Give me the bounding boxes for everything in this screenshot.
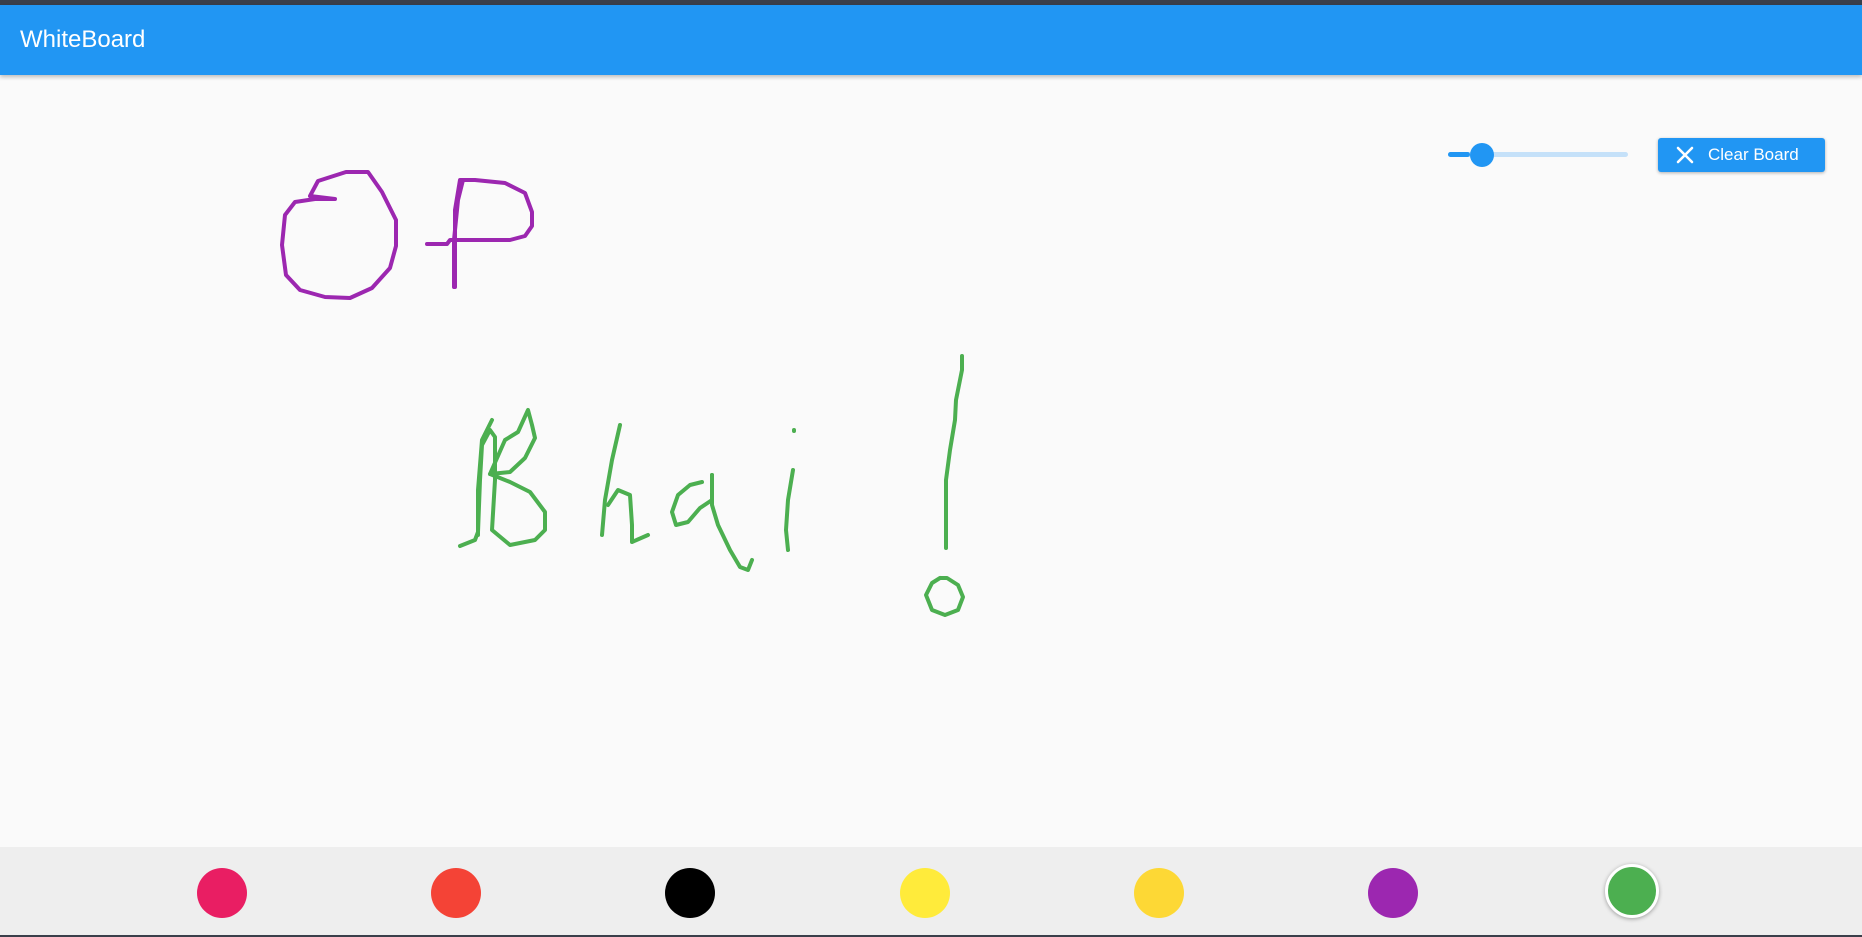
ink-stroke: [924, 576, 965, 617]
color-swatch-pink[interactable]: [197, 868, 247, 918]
ink-stroke: [606, 488, 650, 544]
drawing-surface[interactable]: [0, 75, 1862, 847]
ink-stroke: [280, 170, 398, 300]
color-swatch-green[interactable]: [1605, 864, 1659, 918]
ink-stroke: [458, 408, 547, 548]
slider-fill: [1448, 152, 1470, 157]
color-swatch-yellow[interactable]: [900, 868, 950, 918]
color-swatch-red[interactable]: [431, 868, 481, 918]
ink-stroke: [784, 468, 795, 552]
ink-stroke: [670, 473, 714, 527]
slider-thumb[interactable]: [1469, 143, 1494, 167]
color-swatch-purple[interactable]: [1368, 868, 1418, 918]
ink-stroke: [425, 178, 534, 289]
drawing-canvas[interactable]: [0, 75, 1862, 847]
color-swatch-amber[interactable]: [1134, 868, 1184, 918]
app-bar: WhiteBoard: [0, 5, 1862, 75]
stroke-width-slider[interactable]: [1448, 143, 1628, 167]
close-icon: [1672, 142, 1698, 168]
clear-board-button[interactable]: Clear Board: [1658, 138, 1825, 172]
ink-stroke: [600, 423, 622, 537]
color-palette: [0, 847, 1862, 937]
ink-stroke: [944, 354, 964, 550]
ink-stroke: [710, 473, 754, 572]
color-swatch-black[interactable]: [665, 868, 715, 918]
clear-board-label: Clear Board: [1708, 145, 1799, 164]
app-title: WhiteBoard: [20, 26, 146, 53]
